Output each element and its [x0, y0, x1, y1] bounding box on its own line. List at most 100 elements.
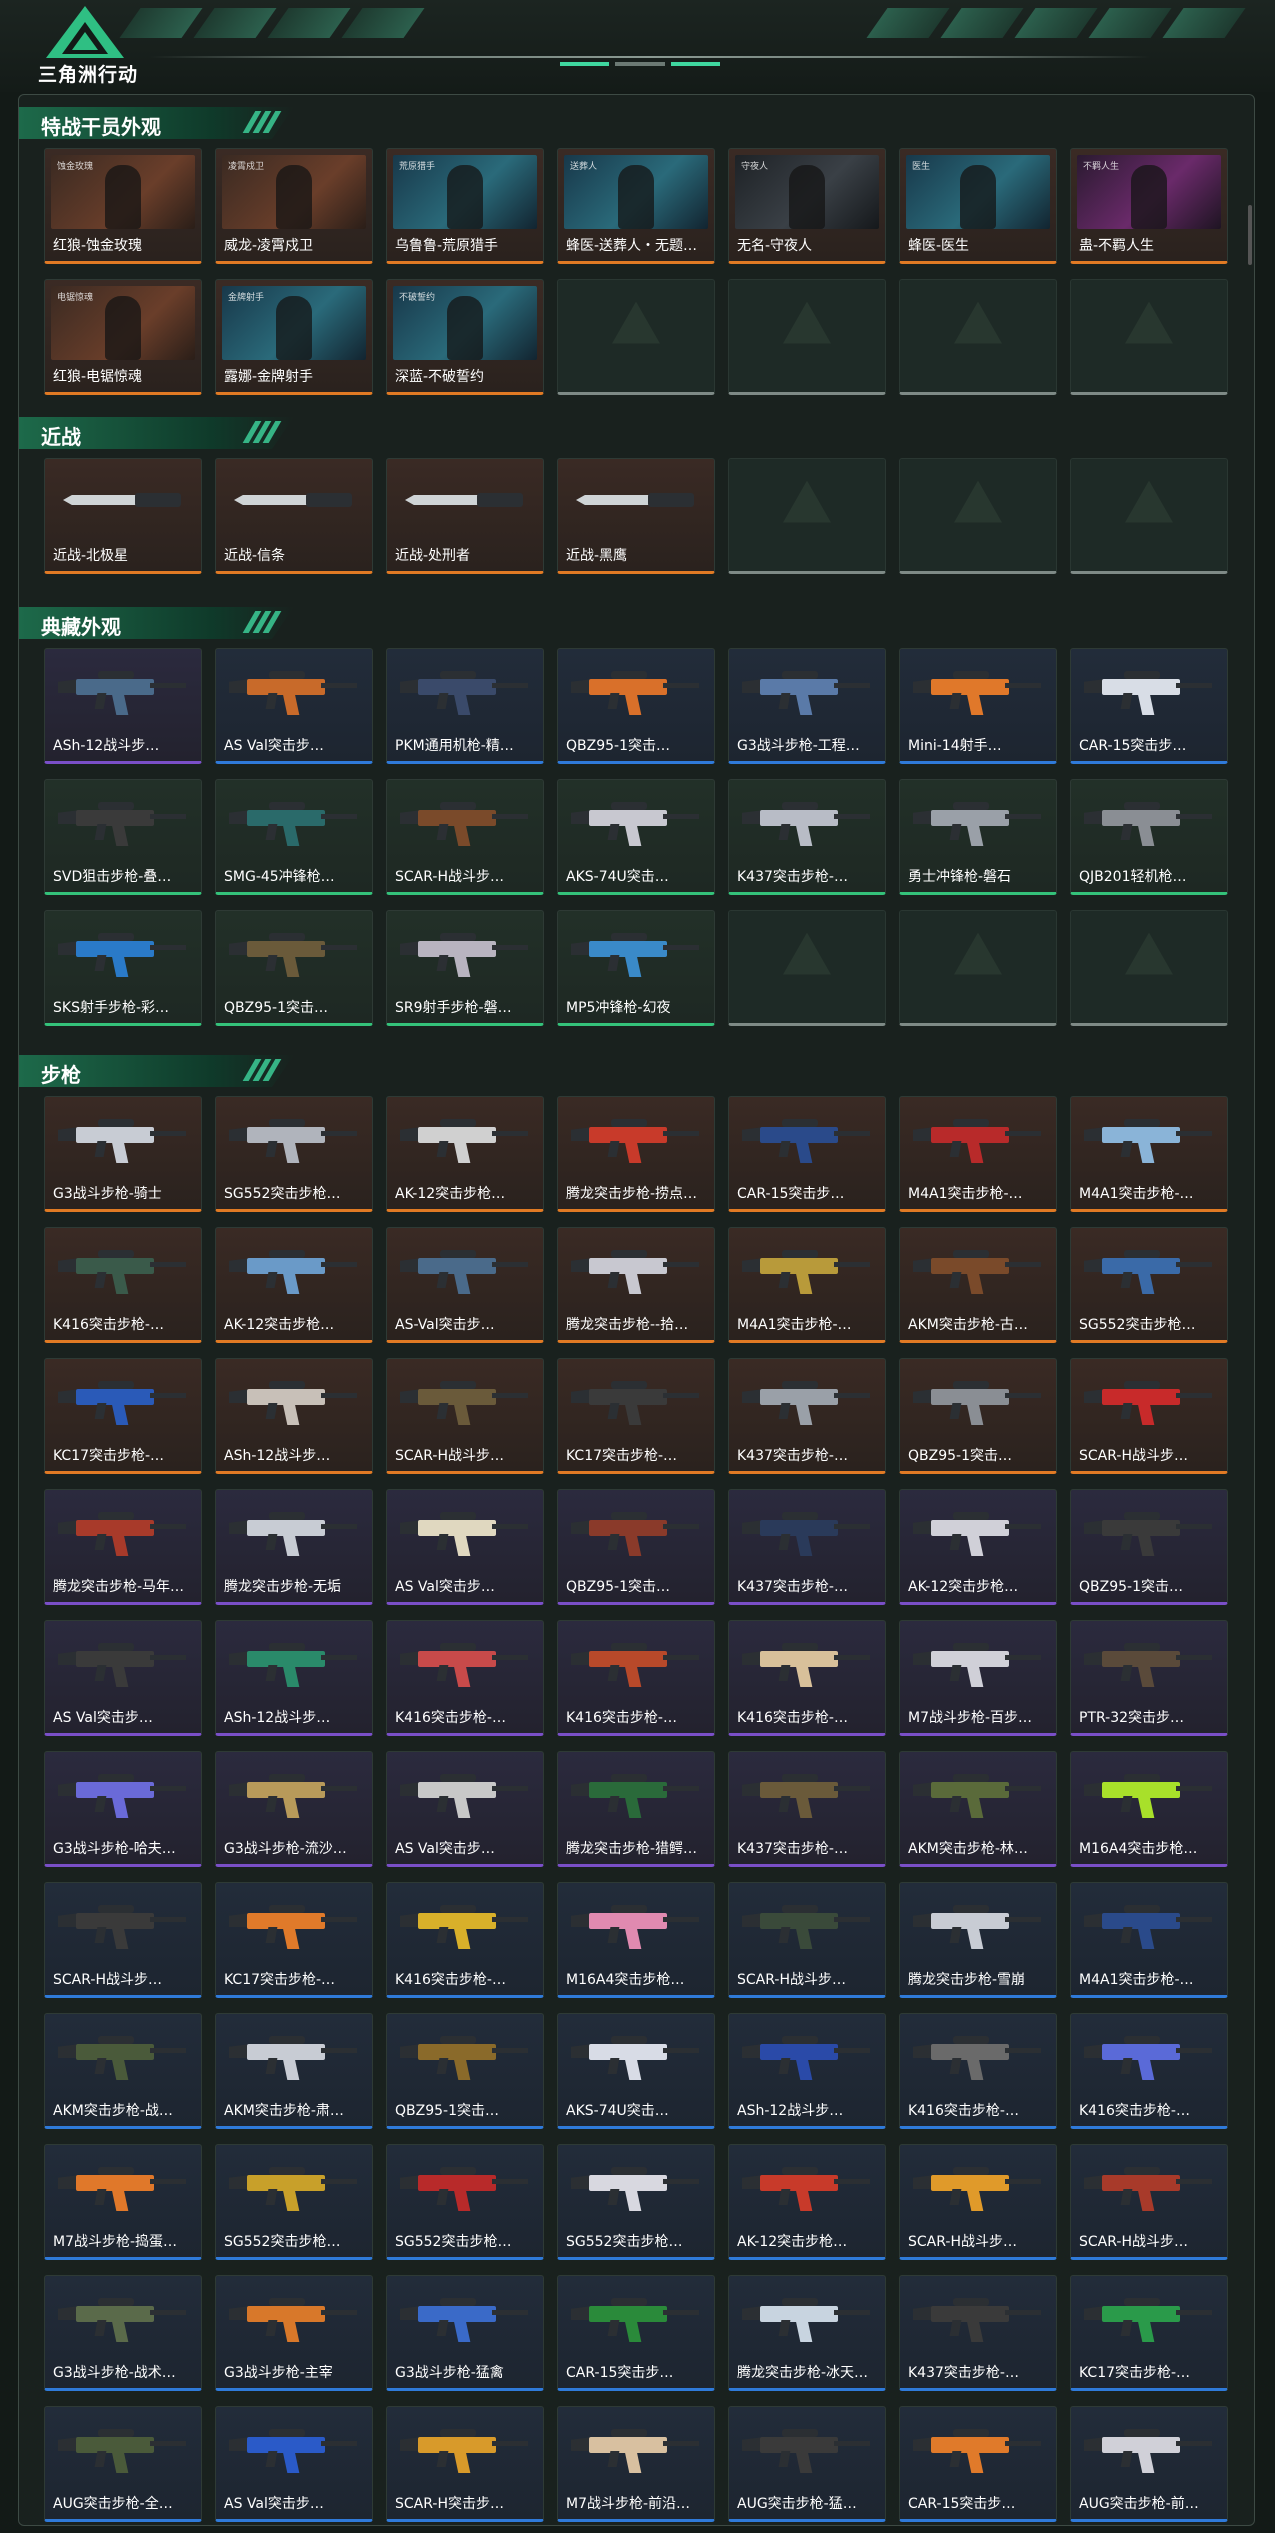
item-card[interactable]: 近战-处刑者: [386, 458, 544, 574]
item-card[interactable]: PTR-32突击步…: [1070, 1620, 1228, 1736]
item-card[interactable]: AS Val突击步…: [386, 1751, 544, 1867]
item-card[interactable]: Mini-14射手…: [899, 648, 1057, 764]
item-card[interactable]: K416突击步枪-…: [386, 1882, 544, 1998]
item-card[interactable]: 腾龙突击步枪-马年…: [44, 1489, 202, 1605]
item-card[interactable]: 腾龙突击步枪-雪崩: [899, 1882, 1057, 1998]
item-card[interactable]: AS-Val突击步…: [386, 1227, 544, 1343]
item-card[interactable]: AS Val突击步…: [215, 2406, 373, 2522]
item-card[interactable]: AK-12突击步枪…: [728, 2144, 886, 2260]
item-card[interactable]: SG552突击步枪…: [215, 2144, 373, 2260]
item-card[interactable]: K416突击步枪-…: [728, 1620, 886, 1736]
item-card[interactable]: AUG突击步枪-全…: [44, 2406, 202, 2522]
item-card[interactable]: 勇士冲锋枪-磐石: [899, 779, 1057, 895]
item-card[interactable]: SCAR-H战斗步…: [44, 1882, 202, 1998]
item-card[interactable]: QBZ95-1突击…: [386, 2013, 544, 2129]
item-card[interactable]: ASh-12战斗步…: [215, 1620, 373, 1736]
item-card[interactable]: 不羁人生 蛊-不羁人生: [1070, 148, 1228, 264]
item-card[interactable]: 蚀金玫瑰 红狼-蚀金玫瑰: [44, 148, 202, 264]
item-card[interactable]: K437突击步枪-…: [899, 2275, 1057, 2391]
item-card[interactable]: 医生 蜂医-医生: [899, 148, 1057, 264]
item-card[interactable]: K416突击步枪-…: [899, 2013, 1057, 2129]
item-card[interactable]: G3战斗步枪-流沙…: [215, 1751, 373, 1867]
item-card[interactable]: M7战斗步枪-前沿…: [557, 2406, 715, 2522]
item-card[interactable]: SCAR-H突击步…: [386, 2406, 544, 2522]
item-card[interactable]: 腾龙突击步枪-捞点…: [557, 1096, 715, 1212]
item-card[interactable]: AS Val突击步…: [386, 1489, 544, 1605]
item-card[interactable]: K437突击步枪-…: [728, 779, 886, 895]
item-card[interactable]: 近战-黑鹰: [557, 458, 715, 574]
item-card[interactable]: QBZ95-1突击…: [899, 1358, 1057, 1474]
item-card[interactable]: K416突击步枪-…: [386, 1620, 544, 1736]
item-card[interactable]: ASh-12战斗步…: [215, 1358, 373, 1474]
item-card[interactable]: CAR-15突击步…: [728, 1096, 886, 1212]
item-card[interactable]: QBZ95-1突击…: [557, 648, 715, 764]
item-card[interactable]: M16A4突击步枪…: [1070, 1751, 1228, 1867]
item-card[interactable]: AKS-74U突击…: [557, 2013, 715, 2129]
item-card[interactable]: SCAR-H战斗步…: [386, 1358, 544, 1474]
item-card[interactable]: AS Val突击步…: [44, 1620, 202, 1736]
item-card[interactable]: ASh-12战斗步…: [44, 648, 202, 764]
item-card[interactable]: 送葬人 蜂医-送葬人・无题…: [557, 148, 715, 264]
item-card[interactable]: G3战斗步枪-骑士: [44, 1096, 202, 1212]
item-card[interactable]: K416突击步枪-…: [1070, 2013, 1228, 2129]
item-card[interactable]: M7战斗步枪-捣蛋…: [44, 2144, 202, 2260]
item-card[interactable]: 腾龙突击步枪-冰天…: [728, 2275, 886, 2391]
item-card[interactable]: QBZ95-1突击…: [1070, 1489, 1228, 1605]
item-card[interactable]: M4A1突击步枪-…: [728, 1227, 886, 1343]
item-card[interactable]: 不破誓约 深蓝-不破誓约: [386, 279, 544, 395]
item-card[interactable]: M4A1突击步枪-…: [1070, 1096, 1228, 1212]
item-card[interactable]: AK-12突击步枪…: [899, 1489, 1057, 1605]
item-card[interactable]: 守夜人 无名-守夜人: [728, 148, 886, 264]
item-card[interactable]: KC17突击步枪-…: [215, 1882, 373, 1998]
item-card[interactable]: KC17突击步枪-…: [557, 1358, 715, 1474]
item-card[interactable]: SR9射手步枪-磐…: [386, 910, 544, 1026]
item-card[interactable]: SCAR-H战斗步…: [1070, 2144, 1228, 2260]
item-card[interactable]: 电锯惊魂 红狼-电锯惊魂: [44, 279, 202, 395]
item-card[interactable]: G3战斗步枪-哈夫…: [44, 1751, 202, 1867]
item-card[interactable]: CAR-15突击步…: [1070, 648, 1228, 764]
item-card[interactable]: KC17突击步枪-…: [44, 1358, 202, 1474]
item-card[interactable]: 腾龙突击步枪-猎鳄…: [557, 1751, 715, 1867]
item-card[interactable]: SVD狙击步枪-叠…: [44, 779, 202, 895]
item-card[interactable]: MP5冲锋枪-幻夜: [557, 910, 715, 1026]
item-card[interactable]: SG552突击步枪…: [386, 2144, 544, 2260]
item-card[interactable]: ASh-12战斗步…: [728, 2013, 886, 2129]
item-card[interactable]: AUG突击步枪-前…: [1070, 2406, 1228, 2522]
item-card[interactable]: 凌霄戍卫 威龙-凌霄戍卫: [215, 148, 373, 264]
item-card[interactable]: KC17突击步枪-…: [1070, 2275, 1228, 2391]
item-card[interactable]: 金牌射手 露娜-金牌射手: [215, 279, 373, 395]
item-card[interactable]: G3战斗步枪-工程…: [728, 648, 886, 764]
item-card[interactable]: M16A4突击步枪…: [557, 1882, 715, 1998]
item-card[interactable]: M7战斗步枪-百步…: [899, 1620, 1057, 1736]
item-card[interactable]: SMG-45冲锋枪…: [215, 779, 373, 895]
item-card[interactable]: 近战-信条: [215, 458, 373, 574]
item-card[interactable]: M4A1突击步枪-…: [899, 1096, 1057, 1212]
item-card[interactable]: QBZ95-1突击…: [215, 910, 373, 1026]
item-card[interactable]: AKM突击步枪-战…: [44, 2013, 202, 2129]
item-card[interactable]: QBZ95-1突击…: [557, 1489, 715, 1605]
item-card[interactable]: M4A1突击步枪-…: [1070, 1882, 1228, 1998]
item-card[interactable]: K416突击步枪-…: [557, 1620, 715, 1736]
item-card[interactable]: AKM突击步枪-林…: [899, 1751, 1057, 1867]
item-card[interactable]: AKM突击步枪-肃…: [215, 2013, 373, 2129]
item-card[interactable]: QJB201轻机枪…: [1070, 779, 1228, 895]
item-card[interactable]: 腾龙突击步枪-无垢: [215, 1489, 373, 1605]
item-card[interactable]: SCAR-H战斗步…: [386, 779, 544, 895]
item-card[interactable]: G3战斗步枪-猛禽: [386, 2275, 544, 2391]
item-card[interactable]: AS Val突击步…: [215, 648, 373, 764]
item-card[interactable]: SG552突击步枪…: [215, 1096, 373, 1212]
item-card[interactable]: 腾龙突击步枪--拾…: [557, 1227, 715, 1343]
item-card[interactable]: AK-12突击步枪…: [386, 1096, 544, 1212]
item-card[interactable]: AKS-74U突击…: [557, 779, 715, 895]
item-card[interactable]: SCAR-H战斗步…: [1070, 1358, 1228, 1474]
item-card[interactable]: K416突击步枪-…: [44, 1227, 202, 1343]
item-card[interactable]: 荒原猎手 乌鲁鲁-荒原猎手: [386, 148, 544, 264]
item-card[interactable]: AUG突击步枪-猛…: [728, 2406, 886, 2522]
item-card[interactable]: PKM通用机枪-精…: [386, 648, 544, 764]
item-card[interactable]: SCAR-H战斗步…: [899, 2144, 1057, 2260]
item-card[interactable]: SG552突击步枪…: [557, 2144, 715, 2260]
item-card[interactable]: G3战斗步枪-战术…: [44, 2275, 202, 2391]
item-card[interactable]: AKM突击步枪-古…: [899, 1227, 1057, 1343]
item-card[interactable]: SCAR-H战斗步…: [728, 1882, 886, 1998]
item-card[interactable]: K437突击步枪-…: [728, 1751, 886, 1867]
